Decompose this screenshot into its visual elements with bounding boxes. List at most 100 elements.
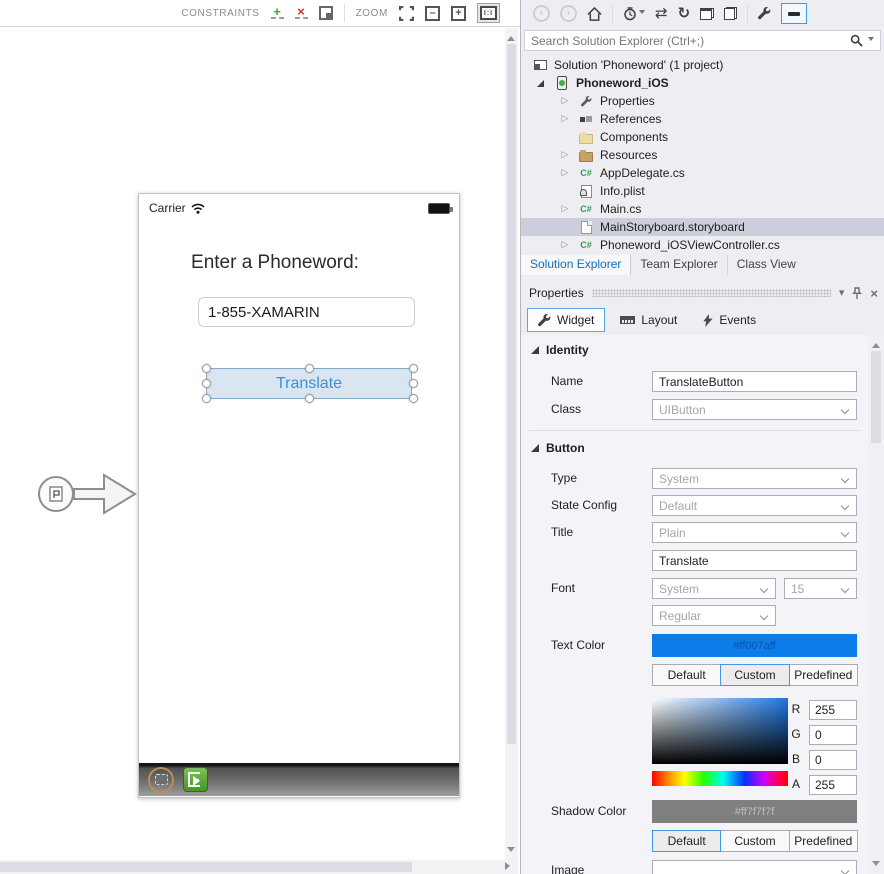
wrench-icon[interactable] [758, 7, 771, 20]
selection-handle[interactable] [202, 379, 211, 388]
alpha-input[interactable]: 255 [809, 775, 857, 795]
history-dropdown[interactable] [623, 7, 645, 21]
section-identity[interactable]: Identity [531, 343, 589, 357]
properties-title-bar[interactable]: Properties ▾ × [521, 283, 884, 303]
remove-constraint-icon[interactable]: × [295, 7, 308, 19]
scroll-down-arrow[interactable] [872, 861, 880, 870]
section-button[interactable]: Button [531, 441, 585, 455]
toggle-surface-button[interactable] [781, 3, 807, 24]
cascade-windows-icon[interactable] [700, 8, 714, 20]
add-constraint-icon[interactable]: + [271, 7, 284, 19]
color-hue-slider[interactable] [652, 771, 788, 786]
view-controller-icon[interactable] [148, 767, 174, 793]
font-style-dropdown[interactable]: Regular [652, 605, 776, 626]
tree-item-components[interactable]: Components [521, 128, 884, 146]
tab-class-view[interactable]: Class View [728, 255, 805, 275]
tab-widget[interactable]: Widget [527, 308, 605, 332]
tree-item-properties[interactable]: ▷ Properties [521, 92, 884, 110]
selection-handle[interactable] [409, 394, 418, 403]
pin-icon[interactable] [852, 287, 862, 300]
chevron-expanded-icon[interactable] [537, 80, 544, 87]
tree-item-maincs[interactable]: ▷ C# Main.cs [521, 200, 884, 218]
scrollbar-thumb[interactable] [0, 862, 412, 872]
custom-button[interactable]: Custom [720, 664, 789, 686]
tree-item-viewcontroller[interactable]: ▷ C# Phoneword_iOSViewController.cs [521, 236, 884, 254]
phoneword-text-field[interactable]: 1-855-XAMARIN [198, 297, 415, 327]
tab-team-explorer[interactable]: Team Explorer [631, 255, 727, 275]
default-button[interactable]: Default [652, 664, 721, 686]
tab-solution-explorer[interactable]: Solution Explorer [521, 255, 631, 275]
blue-input[interactable]: 0 [809, 750, 857, 770]
tree-item-appdelegate[interactable]: ▷ C# AppDelegate.cs [521, 164, 884, 182]
zoom-out-icon[interactable]: – [425, 6, 440, 21]
zoom-actual-size-button[interactable]: I:I [477, 3, 500, 23]
scroll-up-arrow[interactable] [872, 339, 880, 348]
designer-horizontal-scrollbar[interactable] [0, 860, 518, 874]
title-mode-dropdown[interactable]: Plain [652, 522, 857, 543]
solution-explorer-search[interactable]: Search Solution Explorer (Ctrl+;) [524, 30, 881, 51]
red-input[interactable]: 255 [809, 700, 857, 720]
tree-item-mainstoryboard[interactable]: MainStoryboard.storyboard [521, 218, 884, 236]
view-controller-frame[interactable]: Carrier Enter a Phoneword: 1-855-XAMARIN… [138, 193, 460, 798]
chevron-right-icon[interactable]: ▷ [559, 204, 571, 214]
green-input[interactable]: 0 [809, 725, 857, 745]
tree-item-references[interactable]: ▷ References [521, 110, 884, 128]
chevron-right-icon[interactable]: ▷ [559, 150, 571, 160]
type-dropdown[interactable]: System [652, 468, 857, 489]
selection-handle[interactable] [409, 379, 418, 388]
zoom-fit-icon[interactable] [399, 6, 414, 21]
tree-item-resources[interactable]: ▷ Resources [521, 146, 884, 164]
window-position-icon[interactable]: ▾ [839, 288, 845, 299]
predefined-button[interactable]: Predefined [789, 664, 858, 686]
zoom-in-icon[interactable]: + [451, 6, 466, 21]
selection-handle[interactable] [202, 364, 211, 373]
close-icon[interactable]: × [870, 287, 878, 300]
chevron-down-icon[interactable] [868, 37, 874, 44]
font-size-dropdown[interactable]: 15 [784, 578, 857, 599]
image-dropdown[interactable] [652, 860, 857, 874]
storyboard-entry-point-arrow[interactable] [34, 466, 138, 522]
shadow-color-swatch[interactable]: #ff7f7f7f [652, 800, 857, 823]
exit-segue-icon[interactable] [183, 767, 208, 792]
tab-layout[interactable]: Layout [609, 308, 688, 332]
name-input[interactable]: TranslateButton [652, 371, 857, 392]
chevron-right-icon[interactable]: ▷ [559, 96, 571, 106]
tree-item-infoplist[interactable]: Info.plist [521, 182, 884, 200]
selection-handle[interactable] [305, 364, 314, 373]
selection-handle[interactable] [305, 394, 314, 403]
tree-item-project[interactable]: Phoneword_iOS [521, 74, 884, 92]
chevron-right-icon[interactable]: ▷ [559, 240, 571, 250]
scroll-up-arrow[interactable] [507, 32, 515, 41]
update-constraints-icon[interactable] [319, 6, 333, 20]
properties-scrollbar[interactable] [868, 335, 884, 874]
class-dropdown[interactable]: UIButton [652, 399, 857, 420]
selection-handle[interactable] [409, 364, 418, 373]
predefined-button[interactable]: Predefined [789, 830, 858, 852]
title-text-input[interactable]: Translate [652, 550, 857, 571]
chevron-right-icon[interactable]: ▷ [559, 168, 571, 178]
default-button[interactable]: Default [652, 830, 721, 852]
scroll-down-arrow[interactable] [507, 847, 515, 856]
refresh-icon[interactable]: ↻ [678, 6, 691, 21]
selection-handle[interactable] [202, 394, 211, 403]
storyboard-canvas[interactable]: Carrier Enter a Phoneword: 1-855-XAMARIN… [0, 28, 505, 860]
scrollbar-thumb[interactable] [871, 351, 881, 443]
swap-views-icon[interactable]: ⇄ [655, 6, 668, 21]
navigate-back-icon[interactable]: ‹ [533, 5, 550, 22]
navigate-forward-icon[interactable]: › [560, 5, 577, 22]
text-color-swatch[interactable]: #ff007aff [652, 634, 857, 657]
tree-item-solution[interactable]: Solution 'Phoneword' (1 project) [521, 56, 884, 74]
scroll-right-arrow[interactable] [505, 862, 514, 870]
phoneword-heading-label[interactable]: Enter a Phoneword: [139, 252, 411, 274]
translate-button-canvas[interactable]: Translate [206, 368, 412, 399]
color-saturation-picker[interactable] [652, 698, 788, 764]
copy-documents-icon[interactable] [724, 7, 737, 20]
custom-button[interactable]: Custom [720, 830, 789, 852]
scrollbar-thumb[interactable] [507, 44, 516, 744]
search-icon[interactable] [850, 34, 863, 47]
font-name-dropdown[interactable]: System [652, 578, 776, 599]
designer-vertical-scrollbar[interactable] [505, 28, 518, 860]
state-config-dropdown[interactable]: Default [652, 495, 857, 516]
chevron-right-icon[interactable]: ▷ [559, 114, 571, 124]
home-icon[interactable] [587, 7, 602, 21]
